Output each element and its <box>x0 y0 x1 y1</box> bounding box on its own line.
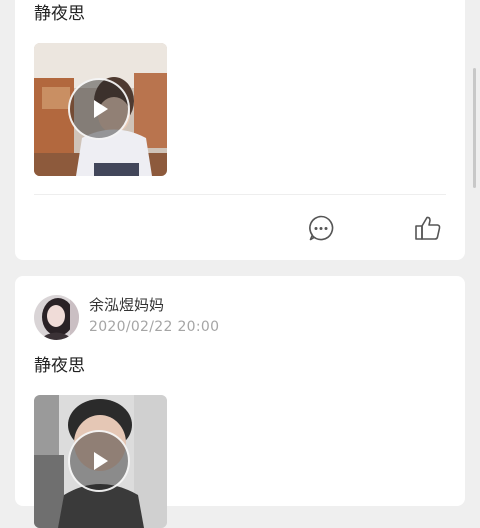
video-thumbnail[interactable] <box>34 43 167 176</box>
avatar[interactable] <box>34 295 79 340</box>
play-icon <box>94 452 108 470</box>
play-icon <box>94 100 108 118</box>
comment-icon <box>309 215 334 241</box>
like-button[interactable] <box>414 214 442 242</box>
comment-button[interactable] <box>307 214 335 242</box>
play-button[interactable] <box>68 430 130 492</box>
video-thumbnail[interactable] <box>34 395 167 528</box>
author-name[interactable]: 余泓煜妈妈 <box>89 294 164 315</box>
divider <box>34 194 446 195</box>
post-card: 静夜思 <box>15 0 465 260</box>
post-timestamp: 2020/02/22 20:00 <box>89 319 220 335</box>
post-text: 静夜思 <box>34 356 85 376</box>
post-card: 余泓煜妈妈 2020/02/22 20:00 静夜思 <box>15 276 465 528</box>
post-text: 静夜思 <box>34 4 85 24</box>
play-button[interactable] <box>68 78 130 140</box>
thumbs-up-icon <box>415 216 441 240</box>
avatar-image <box>34 295 79 340</box>
scrollbar[interactable] <box>473 68 476 188</box>
